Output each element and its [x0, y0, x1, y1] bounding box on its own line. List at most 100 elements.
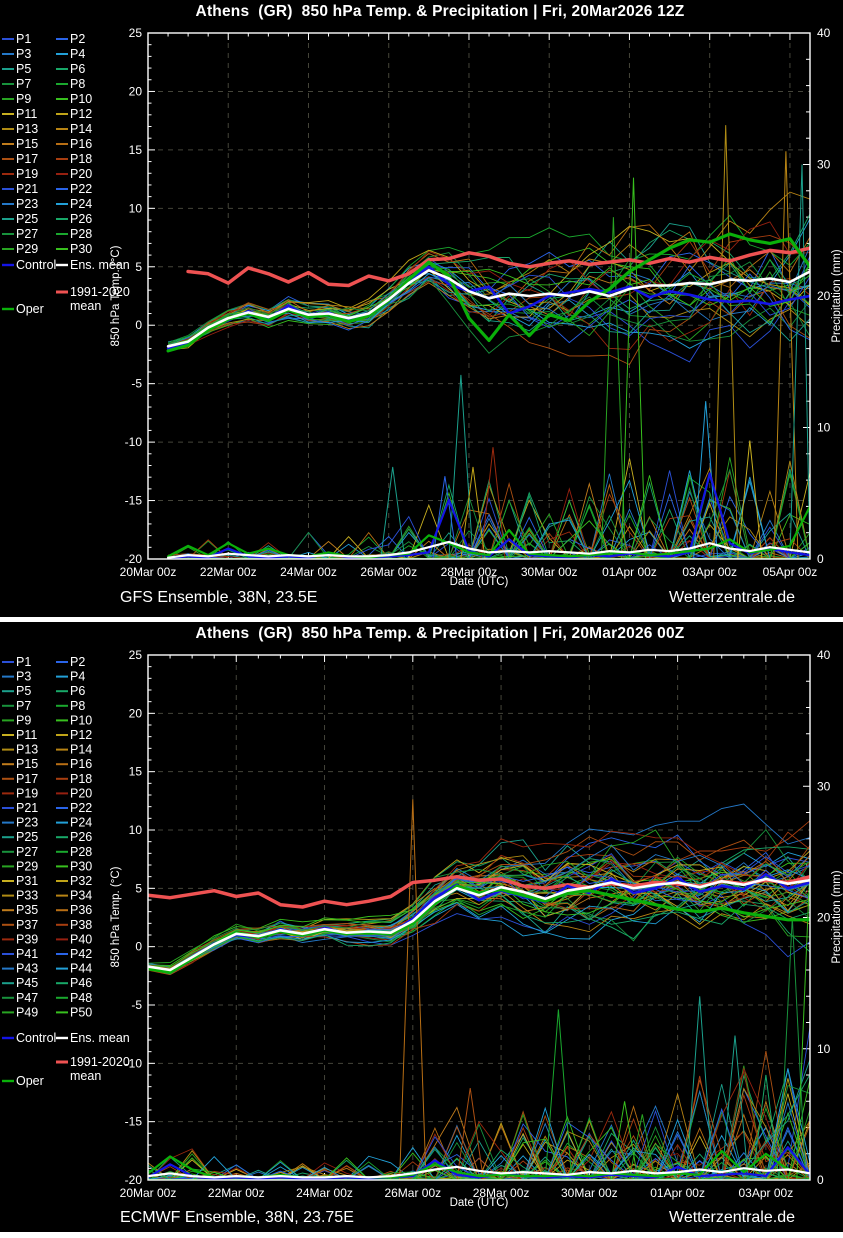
legend-label: P4	[70, 47, 85, 61]
chart-title: Athens (GR) 850 hPa Temp. & Precipitatio…	[130, 3, 750, 21]
legend-label: P2	[70, 655, 85, 669]
svg-text:-5: -5	[131, 377, 142, 391]
legend-label: P16	[70, 757, 92, 771]
svg-text:30: 30	[817, 158, 831, 172]
svg-text:5: 5	[135, 881, 142, 895]
svg-text:15: 15	[129, 143, 143, 157]
svg-text:0: 0	[135, 940, 142, 954]
svg-text:24Mar 00z: 24Mar 00z	[296, 1186, 353, 1200]
legend-label: P10	[70, 713, 92, 727]
legend-label: P3	[16, 670, 31, 684]
svg-text:10: 10	[129, 823, 143, 837]
legend-label: P8	[70, 77, 85, 91]
legend-label: P43	[16, 962, 38, 976]
legend-label: P22	[70, 801, 92, 815]
ensemble-member-precip-lines	[148, 1027, 810, 1180]
legend-label: P3	[16, 47, 31, 61]
legend-label: P19	[16, 167, 38, 181]
legend-label: P44	[70, 962, 92, 976]
legend-label: P25	[16, 212, 38, 226]
legend-label: P46	[70, 976, 92, 990]
watermark: Wetterzentrale.de	[669, 1209, 795, 1227]
legend-label: P13	[16, 743, 38, 757]
svg-text:22Mar 00z: 22Mar 00z	[200, 565, 257, 579]
legend-label: P27	[16, 227, 38, 241]
legend-label: P5	[16, 684, 31, 698]
svg-text:03Apr 00z: 03Apr 00z	[739, 1186, 794, 1200]
legend-label: P7	[16, 699, 31, 713]
svg-text:05Apr 00z: 05Apr 00z	[763, 565, 818, 579]
bottom-bar	[0, 1232, 843, 1238]
legend-label: P17	[16, 772, 38, 786]
gfs-ensemble-chart-panel: 2520151050-5-10-15-2040302010020Mar 00z2…	[0, 0, 843, 617]
legend-label: P32	[70, 874, 92, 888]
legend-label: P14	[70, 743, 92, 757]
legend-label: P6	[70, 62, 85, 76]
svg-text:0: 0	[817, 552, 824, 566]
legend-label: P35	[16, 903, 38, 917]
legend-label: P5	[16, 62, 31, 76]
legend-label: P27	[16, 845, 38, 859]
svg-text:20: 20	[817, 911, 831, 925]
legend-label: P20	[70, 786, 92, 800]
svg-text:10: 10	[817, 421, 831, 435]
svg-text:01Apr 00z: 01Apr 00z	[602, 565, 657, 579]
legend-label: Control	[16, 258, 56, 272]
legend-label: P42	[70, 947, 92, 961]
legend-label: Control	[16, 1031, 56, 1045]
svg-text:-20: -20	[125, 1173, 143, 1187]
legend-label: P19	[16, 786, 38, 800]
legend-label: P33	[16, 889, 38, 903]
svg-text:01Apr 00z: 01Apr 00z	[650, 1186, 705, 1200]
legend-label: P24	[70, 197, 92, 211]
legend-label: P13	[16, 122, 38, 136]
svg-text:10: 10	[817, 1042, 831, 1056]
model-caption: GFS Ensemble, 38N, 23.5E	[120, 589, 317, 607]
svg-text:25: 25	[129, 648, 143, 662]
legend-label: P21	[16, 182, 38, 196]
legend-label: P16	[70, 137, 92, 151]
svg-text:15: 15	[129, 765, 143, 779]
legend-label: P1	[16, 32, 31, 46]
svg-text:20Mar 00z: 20Mar 00z	[120, 1186, 177, 1200]
model-caption: ECMWF Ensemble, 38N, 23.75E	[120, 1209, 354, 1227]
svg-text:-15: -15	[125, 494, 143, 508]
legend-label: P11	[16, 107, 37, 121]
legend-label: P31	[16, 874, 38, 888]
legend-label: P25	[16, 830, 38, 844]
legend-label: P37	[16, 918, 38, 932]
y-axis-label-left: 850 hPa Temp. (°C)	[110, 867, 122, 968]
legend-label: P26	[70, 830, 92, 844]
legend-label: mean	[70, 1069, 101, 1083]
legend-label: P47	[16, 991, 38, 1005]
legend-label: P7	[16, 77, 31, 91]
legend-label: Oper	[16, 1074, 44, 1088]
legend-label: P50	[70, 1005, 92, 1019]
wetterzentrale-ensemble-page: 2520151050-5-10-15-2040302010020Mar 00z2…	[0, 0, 843, 1238]
svg-text:0: 0	[135, 318, 142, 332]
y-axis-label-left: 850 hPa Temp. (°C)	[110, 246, 122, 347]
legend-label: mean	[70, 299, 101, 313]
legend-label: P22	[70, 182, 92, 196]
svg-text:24Mar 00z: 24Mar 00z	[280, 565, 337, 579]
legend-label: P26	[70, 212, 92, 226]
svg-text:03Apr 00z: 03Apr 00z	[682, 565, 737, 579]
legend-label: P39	[16, 932, 38, 946]
gfs-chart-plot: 2520151050-5-10-15-2040302010020Mar 00z2…	[0, 0, 843, 617]
y-axis-label-right: Precipitation (mm)	[831, 249, 843, 342]
svg-text:10: 10	[129, 201, 143, 215]
legend-label: P28	[70, 227, 92, 241]
svg-text:40: 40	[817, 26, 831, 40]
legend-label: P49	[16, 1005, 38, 1019]
legend-label: P45	[16, 976, 38, 990]
svg-text:5: 5	[135, 260, 142, 274]
legend-label: P23	[16, 816, 38, 830]
legend-label: P15	[16, 757, 38, 771]
ecmwf-ensemble-chart-panel: 2520151050-5-10-15-2040302010020Mar 00z2…	[0, 622, 843, 1232]
svg-text:20: 20	[129, 84, 143, 98]
svg-text:-20: -20	[125, 552, 143, 566]
svg-text:20: 20	[129, 706, 143, 720]
legend-label: P20	[70, 167, 92, 181]
legend-label: P12	[70, 728, 92, 742]
ecmwf-chart-plot: 2520151050-5-10-15-2040302010020Mar 00z2…	[0, 622, 843, 1232]
